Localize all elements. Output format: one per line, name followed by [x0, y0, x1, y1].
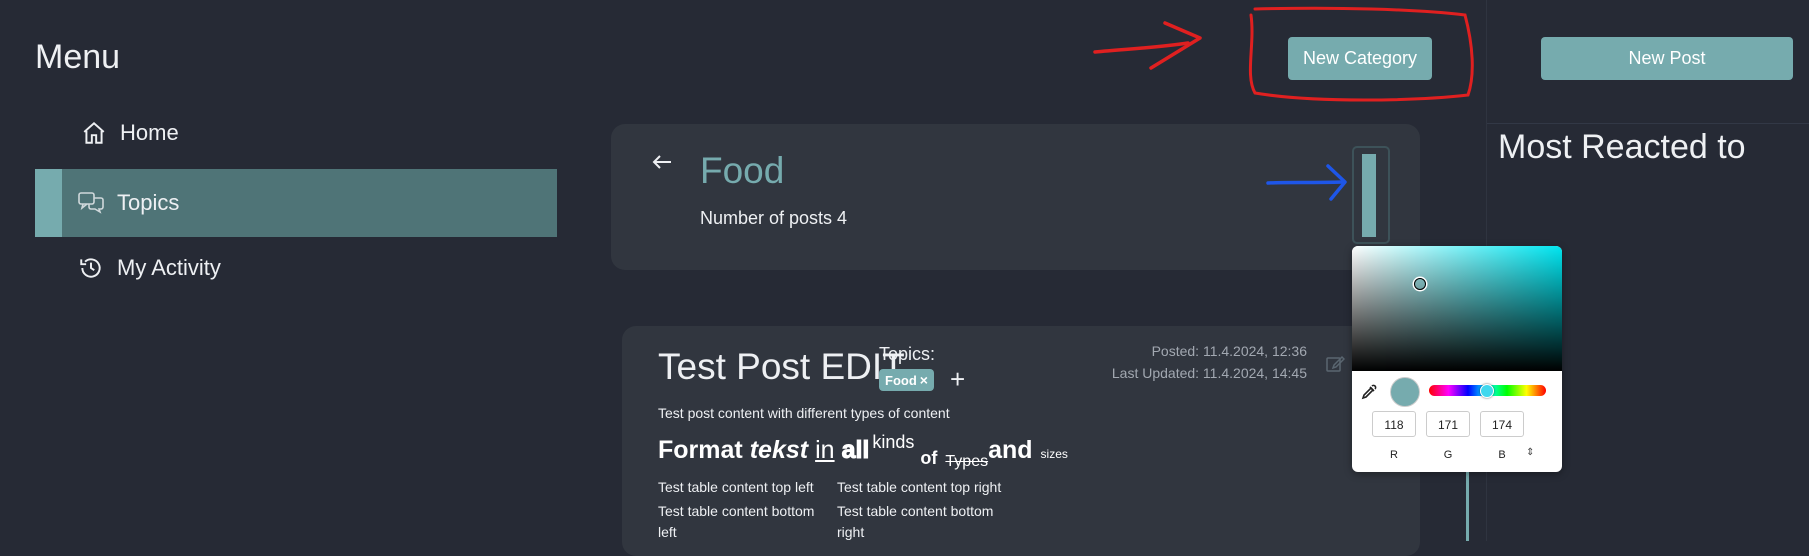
- topic-tag-label: Food: [885, 372, 917, 388]
- edit-icon[interactable]: [1325, 354, 1346, 379]
- post-title: Test Post EDIT: [658, 346, 905, 387]
- fmt-word: Format: [658, 436, 743, 464]
- right-panel-separator: [1487, 123, 1809, 124]
- menu-title: Menu: [35, 38, 121, 76]
- new-category-button[interactable]: New Category: [1288, 37, 1432, 80]
- formatted-text-row: Format tekst in all kinds of Types and s…: [658, 432, 1068, 470]
- green-label: G: [1443, 449, 1453, 461]
- category-post-count: Number of posts 4: [700, 208, 848, 228]
- sidebar-item-label: My Activity: [117, 255, 221, 280]
- green-input[interactable]: 171: [1426, 411, 1470, 437]
- sidebar-item-my-activity[interactable]: My Activity: [35, 234, 557, 302]
- tag-remove-icon[interactable]: ×: [920, 372, 928, 388]
- sidebar-item-home[interactable]: Home: [35, 99, 557, 167]
- blue-label: B: [1498, 449, 1506, 461]
- sidebar-item-label: Topics: [117, 190, 180, 215]
- chat-bubbles-icon: [77, 189, 105, 217]
- topic-tag[interactable]: Food ×: [879, 369, 934, 391]
- blue-input[interactable]: 174: [1480, 411, 1524, 437]
- sidebar-item-topics[interactable]: Topics: [35, 169, 557, 237]
- format-toggle-icon[interactable]: ⇕: [1526, 447, 1534, 458]
- sidebar-item-label: Home: [120, 120, 179, 145]
- active-indicator: [35, 169, 62, 237]
- table-cell-bottom-left: Test table content bottom left: [658, 503, 815, 540]
- red-label: R: [1390, 449, 1398, 461]
- color-picker: 118 171 174 R G B ⇕: [1352, 246, 1562, 472]
- fmt-word: all: [841, 436, 870, 465]
- category-color-fill: [1362, 154, 1376, 237]
- back-arrow-icon[interactable]: [650, 150, 674, 179]
- new-post-button[interactable]: New Post: [1541, 37, 1793, 80]
- eyedropper-icon[interactable]: [1361, 384, 1377, 405]
- color-preview: [1390, 377, 1420, 407]
- saturation-cursor[interactable]: [1414, 278, 1426, 290]
- hue-slider-thumb[interactable]: [1480, 384, 1494, 398]
- fmt-word: Types: [945, 453, 989, 470]
- table-cell-bottom-right: Test table content bottom right: [837, 503, 994, 540]
- most-reacted-heading: Most Reacted to: [1498, 128, 1746, 166]
- history-icon: [77, 254, 105, 282]
- fmt-word: sizes: [1040, 447, 1068, 461]
- fmt-word: tekst: [749, 436, 809, 464]
- blue-annotation-arrow: [1266, 164, 1347, 201]
- fmt-word: in: [815, 436, 835, 464]
- red-input[interactable]: 118: [1372, 411, 1416, 437]
- home-icon: [80, 119, 108, 147]
- saturation-area[interactable]: [1352, 246, 1562, 371]
- swatch-stem: [1466, 470, 1469, 541]
- fmt-word: of: [920, 448, 938, 468]
- updated-date: Last Updated: 11.4.2024, 14:45: [1111, 365, 1307, 381]
- table-cell-top-right: Test table content top right: [837, 479, 1002, 495]
- posted-date: Posted: 11.4.2024, 12:36: [1151, 343, 1307, 359]
- fmt-word: kinds: [872, 432, 915, 452]
- post-content-line: Test post content with different types o…: [658, 405, 950, 421]
- table-cell-top-left: Test table content top left: [658, 479, 814, 495]
- add-topic-button[interactable]: +: [950, 364, 965, 395]
- category-title: Food: [700, 150, 785, 191]
- topics-label: Topics:: [879, 344, 936, 364]
- fmt-word: and: [988, 436, 1033, 464]
